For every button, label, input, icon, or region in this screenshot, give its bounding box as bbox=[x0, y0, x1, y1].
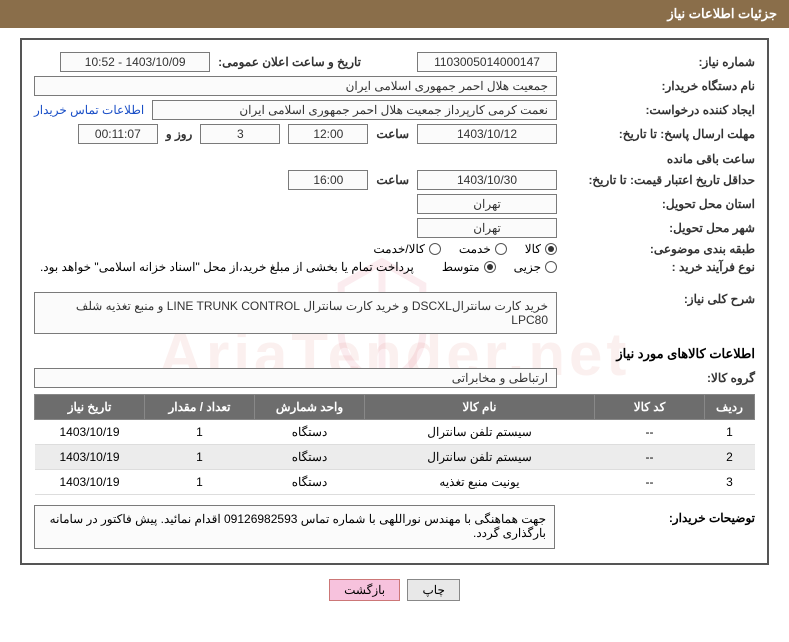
cell-unit: دستگاه bbox=[255, 470, 365, 495]
radio-jozi[interactable]: جزیی bbox=[514, 260, 557, 274]
field-need-desc: خرید کارت سانترالDSCXL و خرید کارت سانتر… bbox=[34, 292, 557, 334]
label-item-group: گروه کالا: bbox=[565, 371, 755, 385]
radio-icon bbox=[429, 243, 441, 255]
cell-date: 1403/10/19 bbox=[35, 420, 145, 445]
radio-label-jozi: جزیی bbox=[514, 260, 541, 274]
label-days-and: روز و bbox=[166, 127, 193, 141]
label-quote-validity: حداقل تاریخ اعتبار قیمت: تا تاریخ: bbox=[565, 173, 755, 187]
label-city: شهر محل تحویل: bbox=[565, 221, 755, 235]
cell-unit: دستگاه bbox=[255, 445, 365, 470]
radio-label-kala: کالا bbox=[525, 242, 541, 256]
radio-motavaset[interactable]: متوسط bbox=[442, 260, 496, 274]
row-buyer-org: نام دستگاه خریدار: جمعیت هلال احمر جمهور… bbox=[34, 76, 755, 96]
field-quote-time: 16:00 bbox=[288, 170, 368, 190]
cell-code: -- bbox=[595, 420, 705, 445]
cell-row: 1 bbox=[705, 420, 755, 445]
cell-name: سیستم تلفن سانترال bbox=[365, 445, 595, 470]
radio-icon bbox=[484, 261, 496, 273]
field-quote-date: 1403/10/30 bbox=[417, 170, 557, 190]
label-requester: ایجاد کننده درخواست: bbox=[565, 103, 755, 117]
label-buyer-org: نام دستگاه خریدار: bbox=[565, 79, 755, 93]
label-hour-2: ساعت bbox=[376, 173, 409, 187]
radio-khadamat[interactable]: خدمت bbox=[459, 242, 507, 256]
cell-date: 1403/10/19 bbox=[35, 445, 145, 470]
row-province: استان محل تحویل: تهران bbox=[34, 194, 755, 214]
th-row: ردیف bbox=[705, 395, 755, 420]
back-button[interactable]: بازگشت bbox=[329, 579, 400, 601]
label-remaining: ساعت باقی مانده bbox=[667, 152, 755, 166]
row-quote-validity: حداقل تاریخ اعتبار قیمت: تا تاریخ: 1403/… bbox=[34, 170, 755, 190]
th-name: نام کالا bbox=[365, 395, 595, 420]
cell-code: -- bbox=[595, 470, 705, 495]
label-reply-deadline: مهلت ارسال پاسخ: تا تاریخ: bbox=[565, 127, 755, 141]
th-qty: تعداد / مقدار bbox=[145, 395, 255, 420]
row-need-number: شماره نیاز: 1103005014000147 تاریخ و ساع… bbox=[34, 52, 755, 72]
radio-icon bbox=[545, 243, 557, 255]
label-purchase-type: نوع فرآیند خرید : bbox=[565, 260, 755, 274]
th-unit: واحد شمارش bbox=[255, 395, 365, 420]
row-reply-deadline: مهلت ارسال پاسخ: تا تاریخ: 1403/10/12 سا… bbox=[34, 124, 755, 166]
label-need-desc: شرح کلی نیاز: bbox=[565, 292, 755, 306]
row-buyer-notes: توضیحات خریدار: جهت هماهنگی با مهندس نور… bbox=[34, 505, 755, 549]
label-announce-datetime: تاریخ و ساعت اعلان عمومی: bbox=[218, 55, 361, 69]
field-announce-datetime: 1403/10/09 - 10:52 bbox=[60, 52, 210, 72]
radio-label-kala-khadamat: کالا/خدمت bbox=[373, 242, 424, 256]
th-code: کد کالا bbox=[595, 395, 705, 420]
field-days-remaining: 3 bbox=[200, 124, 280, 144]
cell-qty: 1 bbox=[145, 445, 255, 470]
label-buyer-notes: توضیحات خریدار: bbox=[565, 505, 755, 525]
button-row: چاپ بازگشت bbox=[0, 579, 789, 601]
cell-qty: 1 bbox=[145, 420, 255, 445]
items-table: ردیف کد کالا نام کالا واحد شمارش تعداد /… bbox=[34, 394, 755, 495]
row-purchase-type: نوع فرآیند خرید : جزیی متوسط پرداخت تمام… bbox=[34, 260, 755, 274]
row-city: شهر محل تحویل: تهران bbox=[34, 218, 755, 238]
field-reply-date: 1403/10/12 bbox=[417, 124, 557, 144]
link-buyer-contact[interactable]: اطلاعات تماس خریدار bbox=[34, 103, 144, 117]
label-need-number: شماره نیاز: bbox=[565, 55, 755, 69]
cell-row: 2 bbox=[705, 445, 755, 470]
label-province: استان محل تحویل: bbox=[565, 197, 755, 211]
row-category: طبقه بندی موضوعی: کالا خدمت کالا/خدمت bbox=[34, 242, 755, 256]
radio-label-khadamat: خدمت bbox=[459, 242, 491, 256]
cell-name: سیستم تلفن سانترال bbox=[365, 420, 595, 445]
field-time-remaining: 00:11:07 bbox=[78, 124, 158, 144]
section-items-info: اطلاعات کالاهای مورد نیاز bbox=[34, 346, 755, 362]
table-row: 2--سیستم تلفن سانترالدستگاه11403/10/19 bbox=[35, 445, 755, 470]
radio-icon bbox=[495, 243, 507, 255]
radio-label-motavaset: متوسط bbox=[442, 260, 480, 274]
table-row: 1--سیستم تلفن سانترالدستگاه11403/10/19 bbox=[35, 420, 755, 445]
row-item-group: گروه کالا: ارتباطی و مخابراتی bbox=[34, 368, 755, 388]
purchase-note: پرداخت تمام یا بخشی از مبلغ خرید،از محل … bbox=[40, 260, 414, 274]
th-date: تاریخ نیاز bbox=[35, 395, 145, 420]
field-requester: نعمت کرمی کارپرداز جمعیت هلال احمر جمهور… bbox=[152, 100, 557, 120]
cell-code: -- bbox=[595, 445, 705, 470]
field-province: تهران bbox=[417, 194, 557, 214]
cell-name: یونیت منبع تغذیه bbox=[365, 470, 595, 495]
field-city: تهران bbox=[417, 218, 557, 238]
radio-kala[interactable]: کالا bbox=[525, 242, 557, 256]
field-buyer-org: جمعیت هلال احمر جمهوری اسلامی ایران bbox=[34, 76, 557, 96]
label-hour-1: ساعت bbox=[376, 127, 409, 141]
radio-kala-khadamat[interactable]: کالا/خدمت bbox=[373, 242, 440, 256]
cell-date: 1403/10/19 bbox=[35, 470, 145, 495]
main-frame: AriaTender.net شماره نیاز: 1103005014000… bbox=[20, 38, 769, 565]
page-header: جزئیات اطلاعات نیاز bbox=[0, 0, 789, 28]
table-row: 3--یونیت منبع تغذیهدستگاه11403/10/19 bbox=[35, 470, 755, 495]
row-need-desc: شرح کلی نیاز: خرید کارت سانترالDSCXL و خ… bbox=[34, 292, 755, 334]
row-requester: ایجاد کننده درخواست: نعمت کرمی کارپرداز … bbox=[34, 100, 755, 120]
radio-icon bbox=[545, 261, 557, 273]
cell-row: 3 bbox=[705, 470, 755, 495]
cell-qty: 1 bbox=[145, 470, 255, 495]
field-buyer-notes: جهت هماهنگی با مهندس نوراللهی با شماره ت… bbox=[34, 505, 555, 549]
cell-unit: دستگاه bbox=[255, 420, 365, 445]
field-reply-time: 12:00 bbox=[288, 124, 368, 144]
field-item-group: ارتباطی و مخابراتی bbox=[34, 368, 557, 388]
label-category: طبقه بندی موضوعی: bbox=[565, 242, 755, 256]
print-button[interactable]: چاپ bbox=[407, 579, 459, 601]
field-need-number: 1103005014000147 bbox=[417, 52, 557, 72]
